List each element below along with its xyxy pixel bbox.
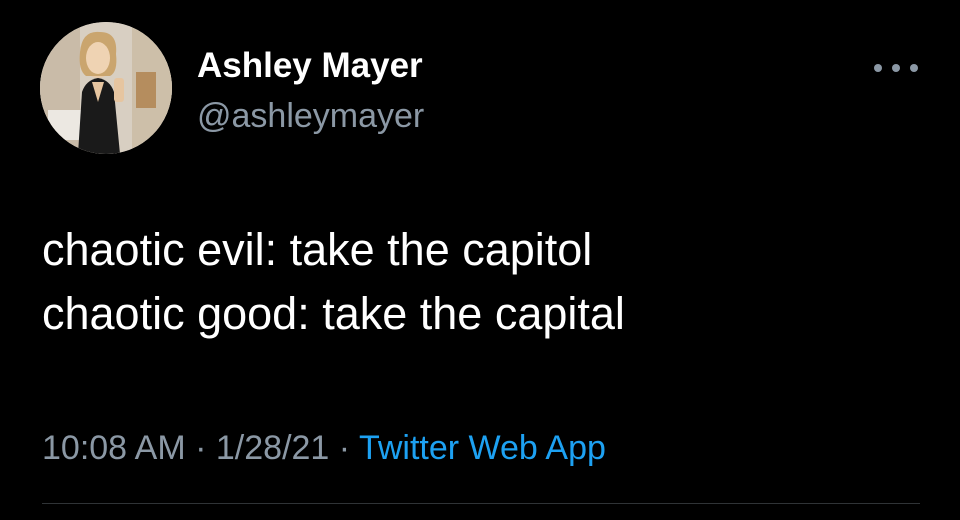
- tweet-date[interactable]: 1/28/21: [216, 429, 329, 467]
- tweet-text: chaotic evil: take the capitol chaotic g…: [42, 218, 922, 346]
- tweet-source-link[interactable]: Twitter Web App: [359, 429, 606, 467]
- more-horizontal-icon-dot: [910, 64, 918, 72]
- tweet-meta: 10:08 AM · 1/28/21 · Twitter Web App: [42, 426, 606, 470]
- more-horizontal-icon-dot: [874, 64, 882, 72]
- avatar-photo-icon: [40, 22, 172, 154]
- more-horizontal-icon-dot: [892, 64, 900, 72]
- tweet-text-line: chaotic evil: take the capitol: [42, 224, 593, 275]
- author-display-name[interactable]: Ashley Mayer: [197, 46, 423, 86]
- avatar[interactable]: [40, 22, 172, 154]
- author-handle[interactable]: @ashleymayer: [197, 96, 424, 136]
- meta-separator: ·: [338, 429, 351, 467]
- tweet: Ashley Mayer @ashleymayer chaotic evil: …: [0, 0, 960, 520]
- tweet-text-line: chaotic good: take the capital: [42, 288, 625, 339]
- divider: [42, 503, 920, 504]
- more-options-button[interactable]: [872, 54, 920, 82]
- meta-separator: ·: [195, 429, 207, 467]
- tweet-time[interactable]: 10:08 AM: [42, 429, 186, 467]
